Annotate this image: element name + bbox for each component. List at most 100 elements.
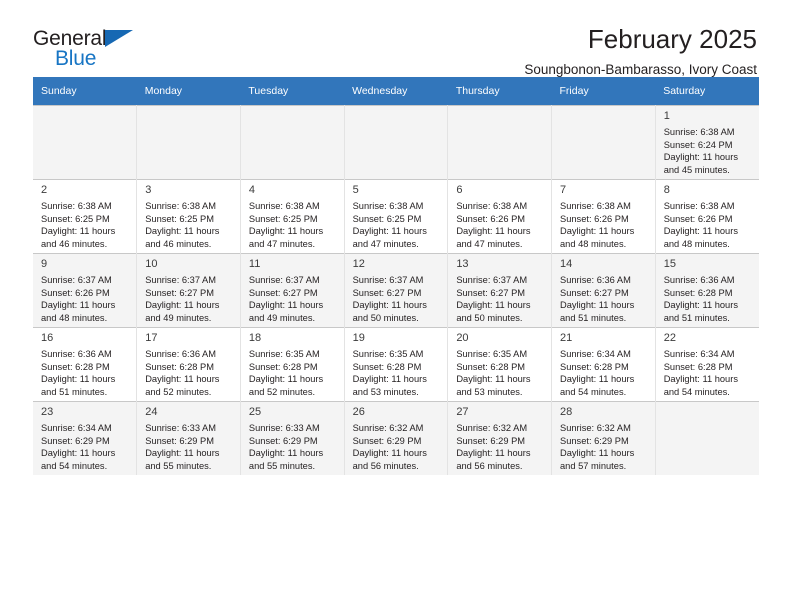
calendar-empty-cell bbox=[240, 105, 345, 180]
sunset-text: Sunset: 6:27 PM bbox=[248, 287, 318, 298]
calendar-day-cell[interactable]: 4 Sunrise: 6:38 AM Sunset: 6:25 PM Daylight… bbox=[240, 179, 345, 254]
calendar-day-cell[interactable]: 6 Sunrise: 6:38 AM Sunset: 6:26 PM Daylight… bbox=[447, 179, 553, 254]
calendar-day-cell[interactable]: 16 Sunrise: 6:36 AM Sunset: 6:28 PM Dayligh… bbox=[33, 327, 138, 402]
day-cell-content: 11 Sunrise: 6:37 AM Sunset: 6:27 PM Dayligh… bbox=[241, 254, 344, 327]
sunset-text: Sunset: 6:29 PM bbox=[456, 435, 526, 446]
calendar-day-cell[interactable]: 3 Sunrise: 6:38 AM Sunset: 6:25 PM Daylight… bbox=[136, 179, 241, 254]
day-sun-info: Sunrise: 6:37 AM Sunset: 6:27 PM Daylight:… bbox=[145, 274, 234, 324]
day-number: 15 bbox=[663, 258, 676, 270]
calendar-day-cell[interactable]: 9 Sunrise: 6:37 AM Sunset: 6:26 PM Daylight… bbox=[33, 253, 138, 328]
sunrise-text: Sunrise: 6:36 AM bbox=[560, 275, 631, 285]
daylight-text-line2: and 54 minutes. bbox=[41, 460, 108, 471]
day-sun-info: Sunrise: 6:37 AM Sunset: 6:26 PM Daylight:… bbox=[41, 274, 130, 324]
calendar-day-cell[interactable]: 12 Sunrise: 6:37 AM Sunset: 6:27 PM Dayligh… bbox=[344, 253, 449, 328]
sunset-text: Sunset: 6:29 PM bbox=[248, 435, 318, 446]
sunset-text: Sunset: 6:25 PM bbox=[248, 213, 318, 224]
sunrise-text: Sunrise: 6:38 AM bbox=[663, 127, 735, 137]
calendar-week-row: 1 Sunrise: 6:38 AM Sunset: 6:24 PM Daylight… bbox=[33, 105, 759, 180]
daylight-text-line2: and 46 minutes. bbox=[145, 238, 212, 249]
calendar-day-cell[interactable]: 21 Sunrise: 6:34 AM Sunset: 6:28 PM Dayligh… bbox=[551, 327, 656, 402]
day-cell-content: 19 Sunrise: 6:35 AM Sunset: 6:28 PM Dayligh… bbox=[345, 328, 448, 401]
sunrise-text: Sunrise: 6:34 AM bbox=[41, 423, 112, 433]
weekday-header-friday: Friday bbox=[551, 77, 656, 106]
sunrise-text: Sunrise: 6:38 AM bbox=[456, 201, 528, 211]
daylight-text-line2: and 46 minutes. bbox=[41, 238, 108, 249]
calendar-day-cell[interactable]: 10 Sunrise: 6:37 AM Sunset: 6:27 PM Dayligh… bbox=[136, 253, 241, 328]
calendar-day-cell[interactable]: 7 Sunrise: 6:38 AM Sunset: 6:26 PM Daylight… bbox=[551, 179, 656, 254]
sunrise-text: Sunrise: 6:38 AM bbox=[352, 201, 424, 211]
calendar-day-cell[interactable]: 23 Sunrise: 6:34 AM Sunset: 6:29 PM Dayligh… bbox=[33, 401, 138, 475]
calendar-day-cell[interactable]: 5 Sunrise: 6:38 AM Sunset: 6:25 PM Daylight… bbox=[344, 179, 449, 254]
calendar-day-cell[interactable]: 17 Sunrise: 6:36 AM Sunset: 6:28 PM Dayligh… bbox=[136, 327, 241, 402]
day-number: 3 bbox=[145, 184, 152, 196]
day-sun-info: Sunrise: 6:33 AM Sunset: 6:29 PM Daylight:… bbox=[145, 422, 234, 472]
day-sun-info: Sunrise: 6:36 AM Sunset: 6:28 PM Daylight:… bbox=[41, 348, 130, 398]
day-sun-info: Sunrise: 6:36 AM Sunset: 6:28 PM Daylight:… bbox=[145, 348, 234, 398]
calendar-day-cell[interactable]: 1 Sunrise: 6:38 AM Sunset: 6:24 PM Daylight… bbox=[655, 105, 759, 180]
day-sun-info: Sunrise: 6:32 AM Sunset: 6:29 PM Daylight:… bbox=[353, 422, 442, 472]
calendar-day-cell[interactable]: 15 Sunrise: 6:36 AM Sunset: 6:28 PM Dayligh… bbox=[655, 253, 759, 328]
day-cell-content: 9 Sunrise: 6:37 AM Sunset: 6:26 PM Daylight… bbox=[33, 254, 136, 327]
day-sun-info: Sunrise: 6:37 AM Sunset: 6:27 PM Daylight:… bbox=[456, 274, 545, 324]
day-sun-info: Sunrise: 6:38 AM Sunset: 6:25 PM Daylight:… bbox=[145, 200, 234, 250]
weekday-header-sunday: Sunday bbox=[33, 77, 137, 106]
day-number: 25 bbox=[248, 406, 262, 418]
calendar-day-cell[interactable]: 8 Sunrise: 6:38 AM Sunset: 6:26 PM Daylight… bbox=[655, 179, 759, 254]
daylight-text-line1: Daylight: 11 hours bbox=[560, 448, 635, 459]
sunrise-text: Sunrise: 6:37 AM bbox=[41, 275, 112, 285]
daylight-text-line1: Daylight: 11 hours bbox=[41, 374, 116, 385]
sunrise-text: Sunrise: 6:38 AM bbox=[145, 201, 217, 211]
calendar-week-row: 16 Sunrise: 6:36 AM Sunset: 6:28 PM Dayligh… bbox=[33, 327, 759, 402]
sunset-text: Sunset: 6:28 PM bbox=[352, 361, 422, 372]
calendar-body: 1 Sunrise: 6:38 AM Sunset: 6:24 PM Daylight… bbox=[33, 105, 759, 475]
daylight-text-line2: and 55 minutes. bbox=[145, 460, 212, 471]
day-cell-content: 14 Sunrise: 6:36 AM Sunset: 6:27 PM Dayligh… bbox=[552, 254, 655, 327]
day-cell-content: 1 Sunrise: 6:38 AM Sunset: 6:24 PM Daylight… bbox=[656, 106, 759, 179]
sunrise-text: Sunrise: 6:36 AM bbox=[663, 275, 735, 285]
page-subtitle: Soungbonon-Bambarasso, Ivory Coast bbox=[524, 62, 757, 78]
calendar-day-cell[interactable]: 26 Sunrise: 6:32 AM Sunset: 6:29 PM Dayligh… bbox=[344, 401, 449, 475]
weekday-header-wednesday: Wednesday bbox=[344, 77, 448, 106]
daylight-text-line1: Daylight: 11 hours bbox=[352, 300, 427, 311]
sunset-text: Sunset: 6:27 PM bbox=[560, 287, 629, 298]
calendar-day-cell[interactable]: 22 Sunrise: 6:34 AM Sunset: 6:28 PM Dayligh… bbox=[655, 327, 759, 402]
calendar-day-cell[interactable]: 19 Sunrise: 6:35 AM Sunset: 6:28 PM Dayligh… bbox=[344, 327, 449, 402]
day-number: 12 bbox=[352, 258, 365, 270]
calendar-day-cell[interactable]: 18 Sunrise: 6:35 AM Sunset: 6:28 PM Dayligh… bbox=[240, 327, 345, 402]
weekday-header-thursday: Thursday bbox=[447, 77, 552, 106]
calendar-day-cell[interactable]: 25 Sunrise: 6:33 AM Sunset: 6:29 PM Dayligh… bbox=[240, 401, 345, 475]
sunrise-text: Sunrise: 6:33 AM bbox=[145, 423, 217, 433]
daylight-text-line1: Daylight: 11 hours bbox=[456, 226, 531, 237]
day-number: 10 bbox=[145, 258, 158, 270]
day-number: 22 bbox=[663, 332, 676, 344]
calendar-day-cell[interactable]: 2 Sunrise: 6:38 AM Sunset: 6:25 PM Daylight… bbox=[33, 179, 138, 254]
day-sun-info: Sunrise: 6:38 AM Sunset: 6:26 PM Daylight:… bbox=[560, 200, 649, 250]
day-sun-info: Sunrise: 6:35 AM Sunset: 6:28 PM Daylight:… bbox=[249, 348, 338, 398]
calendar-day-cell[interactable]: 13 Sunrise: 6:37 AM Sunset: 6:27 PM Dayligh… bbox=[447, 253, 553, 328]
daylight-text-line1: Daylight: 11 hours bbox=[41, 300, 116, 311]
calendar-day-cell[interactable]: 27 Sunrise: 6:32 AM Sunset: 6:29 PM Dayligh… bbox=[447, 401, 553, 475]
daylight-text-line2: and 56 minutes. bbox=[456, 460, 523, 471]
day-cell-content: 5 Sunrise: 6:38 AM Sunset: 6:25 PM Daylight… bbox=[345, 180, 448, 253]
day-cell-content: 8 Sunrise: 6:38 AM Sunset: 6:26 PM Daylight… bbox=[656, 180, 759, 253]
calendar-day-cell[interactable]: 20 Sunrise: 6:35 AM Sunset: 6:28 PM Dayligh… bbox=[447, 327, 553, 402]
daylight-text-line1: Daylight: 11 hours bbox=[663, 374, 738, 385]
daylight-text-line1: Daylight: 11 hours bbox=[248, 226, 324, 237]
day-number bbox=[353, 109, 442, 124]
daylight-text-line2: and 54 minutes. bbox=[663, 386, 730, 397]
day-number: 2 bbox=[41, 184, 48, 196]
sunset-text: Sunset: 6:28 PM bbox=[248, 361, 318, 372]
calendar-day-cell[interactable]: 28 Sunrise: 6:32 AM Sunset: 6:29 PM Dayligh… bbox=[551, 401, 656, 475]
calendar-week-row: 2 Sunrise: 6:38 AM Sunset: 6:25 PM Daylight… bbox=[33, 179, 759, 254]
daylight-text-line2: and 48 minutes. bbox=[560, 238, 627, 249]
daylight-text-line1: Daylight: 11 hours bbox=[248, 374, 324, 385]
calendar-day-cell[interactable]: 14 Sunrise: 6:36 AM Sunset: 6:27 PM Dayligh… bbox=[551, 253, 656, 328]
sunset-text: Sunset: 6:25 PM bbox=[352, 213, 422, 224]
calendar-day-cell[interactable]: 11 Sunrise: 6:37 AM Sunset: 6:27 PM Dayligh… bbox=[240, 253, 345, 328]
day-number bbox=[456, 109, 545, 124]
sunset-text: Sunset: 6:28 PM bbox=[663, 287, 733, 298]
sunrise-text: Sunrise: 6:35 AM bbox=[248, 349, 320, 359]
day-cell-content bbox=[552, 106, 655, 179]
general-blue-logo[interactable]: General Blue bbox=[33, 26, 153, 72]
calendar-day-cell[interactable]: 24 Sunrise: 6:33 AM Sunset: 6:29 PM Dayligh… bbox=[136, 401, 241, 475]
